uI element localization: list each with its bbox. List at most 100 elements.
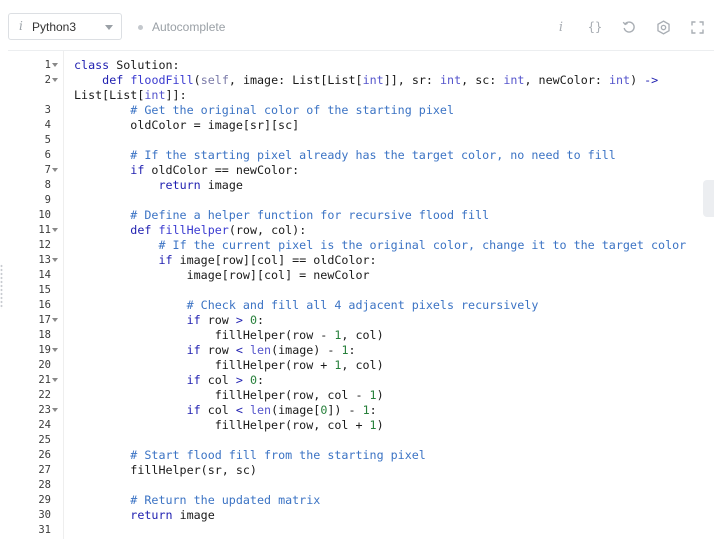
code-token: col — [200, 373, 236, 387]
code-token: ) — [376, 388, 384, 402]
line-number: 27 — [38, 464, 51, 476]
side-panel-tab[interactable] — [703, 180, 714, 217]
code-token: oldColor == newColor: — [144, 163, 300, 177]
code-line[interactable]: # Return the updated matrix — [74, 493, 320, 508]
fold-arrow-icon[interactable] — [52, 78, 58, 82]
code-token: if — [130, 163, 145, 177]
code-line[interactable]: fillHelper(row, col - 1) — [74, 388, 384, 403]
fullscreen-icon[interactable] — [680, 13, 714, 41]
code-line[interactable]: if oldColor == newColor: — [74, 163, 299, 178]
code-token: image[row][col] == oldColor: — [172, 253, 377, 267]
language-label: Python3 — [32, 20, 77, 34]
toolbar-icons: i {} — [544, 13, 714, 41]
autocomplete-toggle[interactable]: Autocomplete — [138, 19, 225, 35]
line-number: 28 — [38, 479, 51, 491]
fold-arrow-icon[interactable] — [52, 168, 58, 172]
code-token: int — [608, 73, 631, 87]
code-token: return — [130, 508, 173, 522]
code-line[interactable]: if col < len(image[0]) - 1: — [74, 403, 377, 418]
code-token: (row, col): — [228, 223, 307, 237]
code-token: int — [440, 73, 462, 87]
code-token: fillHelper(row, col - — [74, 388, 370, 402]
code-editor[interactable]: 1 2 3 4 5 6 7 8 9 10 11 12 13 14 15 16 17 18 19 20 21 22 23 24 2… — [8, 50, 714, 539]
code-token: if — [186, 313, 201, 327]
code-line[interactable]: oldColor = image[sr][sc] — [74, 118, 299, 133]
code-token: image[row][col] = newColor — [74, 268, 370, 282]
fold-arrow-icon[interactable] — [52, 378, 58, 382]
code-line[interactable]: return image — [74, 178, 243, 193]
fold-arrow-icon[interactable] — [52, 228, 58, 232]
code-line[interactable]: def fillHelper(row, col): — [74, 223, 306, 238]
code-line[interactable]: fillHelper(sr, sc) — [74, 463, 257, 478]
line-number: 17 — [38, 314, 51, 326]
line-number: 24 — [38, 419, 51, 431]
code-line[interactable]: if col > 0: — [74, 373, 264, 388]
code-line[interactable]: if row > 0: — [74, 313, 264, 328]
code-token: fillHelper(row - — [74, 328, 335, 342]
fold-arrow-icon[interactable] — [52, 408, 58, 412]
code-line[interactable]: fillHelper(row + 1, col) — [74, 358, 384, 373]
line-number: 29 — [38, 494, 51, 506]
code-token: 1 — [341, 343, 349, 357]
code-line[interactable]: if row < len(image) - 1: — [74, 343, 356, 358]
line-number: 20 — [38, 359, 51, 371]
code-token: ) — [630, 73, 645, 87]
code-line[interactable]: def floodFill(self, image: List[List[int… — [74, 73, 658, 88]
fold-arrow-icon[interactable] — [52, 63, 58, 67]
code-token: row — [200, 343, 236, 357]
settings-icon[interactable] — [646, 13, 680, 41]
fold-arrow-icon[interactable] — [52, 318, 58, 322]
code-line[interactable]: # If the current pixel is the original c… — [74, 238, 686, 253]
code-line[interactable]: List[List[int]]: — [74, 88, 187, 103]
line-number: 31 — [38, 524, 51, 536]
braces-icon[interactable]: {} — [578, 13, 612, 41]
code-token: int — [144, 88, 166, 102]
code-token: , sc: — [461, 73, 504, 87]
reset-icon[interactable] — [612, 13, 646, 41]
code-token: # Check and fill all 4 adjacent pixels r… — [186, 298, 539, 312]
code-line[interactable]: # If the starting pixel already has the … — [74, 148, 616, 163]
code-token: int — [503, 73, 525, 87]
code-token: : — [257, 373, 265, 387]
code-token: # If the current pixel is the original c… — [158, 238, 687, 252]
code-line[interactable]: if image[row][col] == oldColor: — [74, 253, 377, 268]
code-area[interactable]: class Solution: def floodFill(self, imag… — [74, 51, 714, 539]
code-token: image — [172, 508, 215, 522]
info-icon[interactable]: i — [544, 13, 578, 41]
line-number: 16 — [38, 299, 51, 311]
code-line[interactable]: # Get the original color of the starting… — [74, 103, 454, 118]
code-token: if — [186, 343, 201, 357]
code-line[interactable]: class Solution: — [74, 58, 180, 73]
line-number: 25 — [38, 434, 51, 446]
code-line[interactable]: # Define a helper function for recursive… — [74, 208, 489, 223]
code-token: if — [186, 373, 201, 387]
code-token: image — [200, 178, 243, 192]
code-line[interactable]: fillHelper(row, col + 1) — [74, 418, 384, 433]
code-token: len — [249, 403, 272, 417]
language-select[interactable]: i Python3 — [8, 13, 122, 40]
fold-arrow-icon[interactable] — [52, 348, 58, 352]
line-number: 30 — [38, 509, 51, 521]
code-line[interactable]: fillHelper(row - 1, col) — [74, 328, 384, 343]
line-number: 4 — [44, 119, 51, 131]
code-line[interactable]: # Check and fill all 4 adjacent pixels r… — [74, 298, 539, 313]
code-token: : — [348, 343, 356, 357]
code-line[interactable]: return image — [74, 508, 215, 523]
code-line[interactable]: image[row][col] = newColor — [74, 268, 370, 283]
line-number: 7 — [44, 164, 51, 176]
fold-arrow-icon[interactable] — [52, 258, 58, 262]
code-line[interactable]: # Start flood fill from the starting pix… — [74, 448, 426, 463]
line-number: 2 — [44, 74, 51, 86]
resize-handle[interactable] — [0, 264, 3, 309]
code-token: 1 — [369, 418, 377, 432]
